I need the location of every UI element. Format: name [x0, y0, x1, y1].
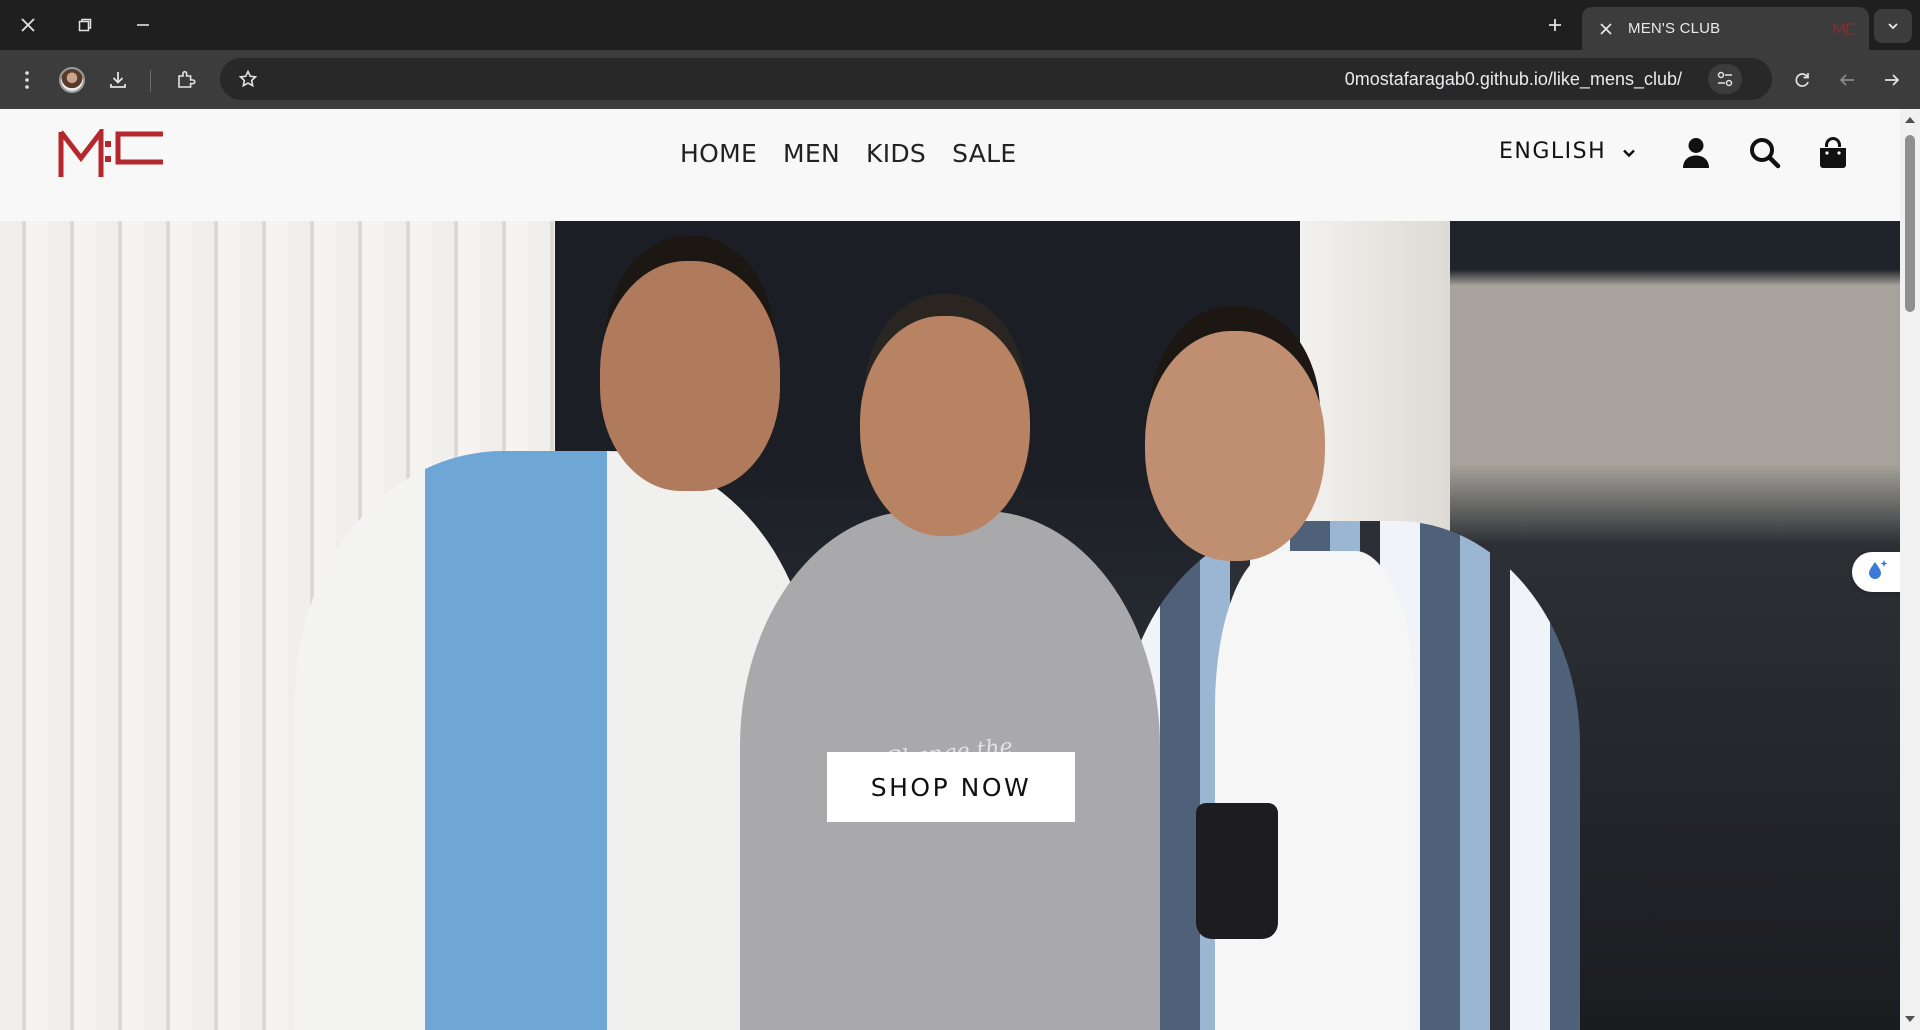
- toolbar-divider: [150, 70, 151, 92]
- page-scrollbar[interactable]: [1900, 109, 1920, 1030]
- new-tab-icon[interactable]: [1535, 8, 1575, 42]
- browser-tab[interactable]: MEN'S CLUB: [1582, 7, 1869, 50]
- nav-men-link[interactable]: MEN: [783, 139, 840, 168]
- hero-banner: Change the world SHOP NOW: [0, 221, 1900, 1030]
- model-right-head: [1145, 331, 1325, 561]
- shop-now-button[interactable]: SHOP NOW: [827, 752, 1075, 822]
- profile-avatar[interactable]: [54, 62, 90, 98]
- restore-window-icon[interactable]: [65, 8, 105, 42]
- search-icon[interactable]: [1745, 133, 1785, 173]
- browser-tab-bar: MEN'S CLUB: [0, 0, 1920, 50]
- extensions-icon[interactable]: [168, 62, 204, 98]
- language-selector[interactable]: ENGLISH: [1499, 139, 1636, 164]
- site-header: HOME MEN KIDS SALE ENGLISH: [0, 109, 1900, 221]
- url-text[interactable]: 0mostafaragab0.github.io/like_mens_club/: [1345, 69, 1682, 90]
- model-center-head: [860, 316, 1030, 536]
- language-label: ENGLISH: [1499, 139, 1607, 164]
- web-page: HOME MEN KIDS SALE ENGLISH SHOP NOW: [0, 109, 1920, 1030]
- avatar: [59, 67, 85, 93]
- tab-title: MEN'S CLUB: [1628, 20, 1721, 37]
- scrollbar-thumb[interactable]: [1905, 135, 1915, 312]
- coffee-cup-image: [1196, 803, 1278, 939]
- scroll-down-arrow-icon[interactable]: [1904, 1014, 1916, 1024]
- downloads-icon[interactable]: [100, 62, 136, 98]
- model-left-jacket: [295, 451, 815, 1030]
- tab-search-dropdown-icon[interactable]: [1874, 9, 1912, 43]
- model-right-tshirt: [1215, 551, 1415, 1030]
- address-bar[interactable]: 0mostafaragab0.github.io/like_mens_club/: [220, 58, 1772, 100]
- model-left-head: [600, 261, 780, 491]
- tab-favicon-icon: [1833, 21, 1855, 36]
- nav-sale-link[interactable]: SALE: [952, 139, 1016, 168]
- close-tab-icon[interactable]: [1596, 19, 1616, 39]
- shopping-bag-icon[interactable]: [1813, 133, 1853, 173]
- close-window-icon[interactable]: [8, 8, 48, 42]
- chevron-down-icon: [1622, 139, 1636, 164]
- minimize-window-icon[interactable]: [123, 8, 163, 42]
- forward-arrow-icon[interactable]: [1874, 62, 1910, 98]
- sparkle-drop-icon: [1864, 557, 1890, 588]
- site-settings-icon[interactable]: [1708, 64, 1742, 94]
- nav-kids-link[interactable]: KIDS: [866, 139, 926, 168]
- reload-icon[interactable]: [1784, 62, 1820, 98]
- nav-home-link[interactable]: HOME: [680, 139, 757, 168]
- browser-menu-icon[interactable]: [9, 62, 45, 98]
- scroll-up-arrow-icon[interactable]: [1904, 115, 1916, 125]
- back-arrow-icon[interactable]: [1829, 62, 1865, 98]
- user-icon[interactable]: [1676, 133, 1716, 173]
- main-nav: HOME MEN KIDS SALE: [680, 139, 1016, 168]
- bookmark-star-icon[interactable]: [230, 61, 266, 97]
- brand-logo[interactable]: [58, 124, 168, 179]
